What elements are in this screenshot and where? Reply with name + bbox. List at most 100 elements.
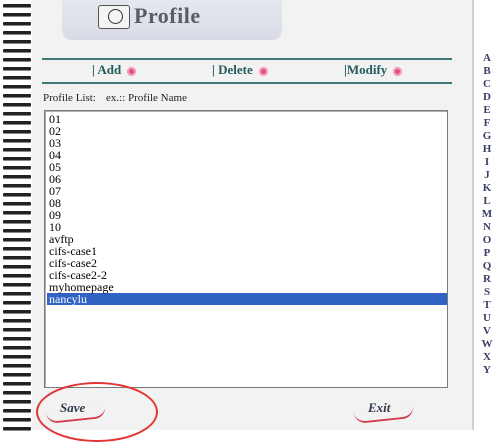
- alphabet-tab[interactable]: Y: [475, 364, 499, 377]
- modify-button[interactable]: |Modify: [344, 62, 403, 78]
- alphabet-tab[interactable]: T: [475, 299, 499, 312]
- list-item[interactable]: avftp: [47, 233, 447, 245]
- alphabet-tab[interactable]: X: [475, 351, 499, 364]
- binding-ring: [3, 130, 31, 133]
- binding-ring: [3, 40, 31, 43]
- binding-ring: [3, 382, 31, 385]
- binding-ring: [3, 283, 31, 286]
- toolbar-divider: [42, 58, 452, 60]
- list-item[interactable]: myhomepage: [47, 281, 447, 293]
- alphabet-tab[interactable]: G: [475, 130, 499, 143]
- profile-list: 01 02 03 04 05 06 07 08 09 10 avftp cifs-case1 cifs-…: [47, 113, 447, 305]
- binding-ring: [3, 355, 31, 358]
- alphabet-tab[interactable]: U: [475, 312, 499, 325]
- binding-ring: [3, 94, 31, 97]
- list-item[interactable]: 05: [47, 161, 447, 173]
- binding-ring: [3, 139, 31, 142]
- list-item[interactable]: 09: [47, 209, 447, 221]
- toolbar-divider: [42, 82, 452, 84]
- list-item[interactable]: 02: [47, 125, 447, 137]
- binding-ring: [3, 121, 31, 124]
- list-item[interactable]: 07: [47, 185, 447, 197]
- page-header: Profile: [62, 0, 282, 40]
- list-item[interactable]: 06: [47, 173, 447, 185]
- binding-ring: [3, 13, 31, 16]
- alphabet-tab[interactable]: A: [475, 52, 499, 65]
- binding-ring: [3, 427, 31, 430]
- swoosh-icon: [353, 405, 415, 425]
- alphabet-tab[interactable]: E: [475, 104, 499, 117]
- alphabet-tab[interactable]: B: [475, 65, 499, 78]
- binding-ring: [3, 373, 31, 376]
- binding-ring: [3, 265, 31, 268]
- profile-toolbar: | Add | Delete |Modify: [42, 58, 452, 84]
- alphabet-tab[interactable]: W: [475, 338, 499, 351]
- binding-ring: [3, 175, 31, 178]
- exit-button[interactable]: Exit: [353, 400, 415, 425]
- add-dot-icon: [127, 66, 137, 76]
- binding-ring: [3, 4, 31, 7]
- delete-dot-icon: [258, 66, 268, 76]
- binding-ring: [3, 328, 31, 331]
- list-item[interactable]: 04: [47, 149, 447, 161]
- alphabet-index: ABCDEFGHIJKLMNOPQRSTUVWXY: [475, 52, 499, 377]
- list-item[interactable]: nancylu: [47, 293, 447, 305]
- binding-ring: [3, 274, 31, 277]
- list-item[interactable]: 08: [47, 197, 447, 209]
- alphabet-tab[interactable]: I: [475, 156, 499, 169]
- alphabet-tab[interactable]: V: [475, 325, 499, 338]
- binding-ring: [3, 409, 31, 412]
- profile-listbox[interactable]: 01 02 03 04 05 06 07 08 09 10 avftp cifs-case1 cifs-…: [44, 110, 448, 388]
- binding-ring: [3, 22, 31, 25]
- binding-ring: [3, 337, 31, 340]
- binding-ring: [3, 247, 31, 250]
- alphabet-tab[interactable]: H: [475, 143, 499, 156]
- binding-ring: [3, 148, 31, 151]
- list-item[interactable]: 03: [47, 137, 447, 149]
- alphabet-tab[interactable]: K: [475, 182, 499, 195]
- binding-ring: [3, 364, 31, 367]
- binding-ring: [3, 202, 31, 205]
- binding-ring: [3, 184, 31, 187]
- binding-ring: [3, 301, 31, 304]
- binding-ring: [3, 346, 31, 349]
- add-button[interactable]: | Add: [92, 62, 137, 78]
- add-button-label: | Add: [92, 62, 122, 77]
- alphabet-tab[interactable]: Q: [475, 260, 499, 273]
- alphabet-tab[interactable]: N: [475, 221, 499, 234]
- delete-button-label: | Delete: [212, 62, 253, 77]
- binding-ring: [3, 391, 31, 394]
- binding-ring: [3, 58, 31, 61]
- list-item[interactable]: cifs-case2: [47, 257, 447, 269]
- alphabet-tab[interactable]: P: [475, 247, 499, 260]
- list-item[interactable]: 10: [47, 221, 447, 233]
- binding-ring: [3, 229, 31, 232]
- alphabet-tab[interactable]: F: [475, 117, 499, 130]
- binding-ring: [3, 112, 31, 115]
- alphabet-tab[interactable]: J: [475, 169, 499, 182]
- binding-ring: [3, 220, 31, 223]
- delete-button[interactable]: | Delete: [212, 62, 268, 78]
- binding-ring: [3, 418, 31, 421]
- binding-ring: [3, 67, 31, 70]
- modify-dot-icon: [393, 66, 403, 76]
- alphabet-tab[interactable]: C: [475, 78, 499, 91]
- alphabet-tab[interactable]: D: [475, 91, 499, 104]
- alphabet-tab[interactable]: S: [475, 286, 499, 299]
- alphabet-tab[interactable]: M: [475, 208, 499, 221]
- binding-ring: [3, 400, 31, 403]
- binding-ring: [3, 85, 31, 88]
- binding-ring: [3, 103, 31, 106]
- profile-page: Profile | Add | Delete |Modify Profile L…: [32, 0, 474, 430]
- profile-list-label: Profile List:: [43, 92, 96, 104]
- binding-ring: [3, 292, 31, 295]
- list-item[interactable]: cifs-case1: [47, 245, 447, 257]
- highlight-circle: [36, 382, 158, 442]
- alphabet-tab[interactable]: O: [475, 234, 499, 247]
- alphabet-tab[interactable]: L: [475, 195, 499, 208]
- binding-ring: [3, 211, 31, 214]
- binding-ring: [3, 49, 31, 52]
- list-item[interactable]: 01: [47, 113, 447, 125]
- profile-list-hint: ex.:: Profile Name: [106, 92, 187, 104]
- alphabet-tab[interactable]: R: [475, 273, 499, 286]
